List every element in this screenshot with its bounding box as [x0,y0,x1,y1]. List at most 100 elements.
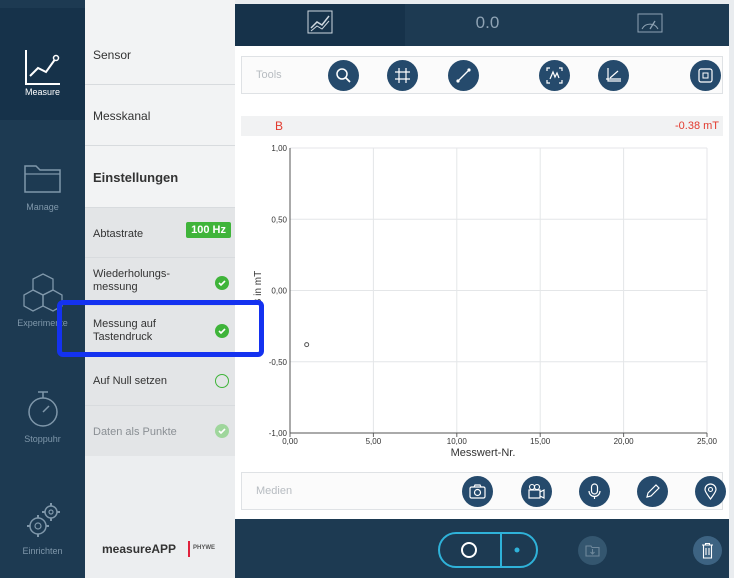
abtastrate-label: Abtastrate [93,228,144,240]
location-button[interactable] [695,476,726,507]
axes-icon [606,68,621,82]
video-button[interactable] [521,476,552,507]
nav-label-manage: Manage [26,202,59,212]
record-circle-icon [461,542,477,558]
zoom-button[interactable] [328,60,359,91]
channel-value-bar: B -0.38 mT [241,116,723,136]
x-tick-label: 25,00 [697,437,718,446]
grid-button[interactable] [387,60,418,91]
fullscreen-button[interactable] [690,60,721,91]
autoscale-icon [546,67,563,84]
zoom-icon [336,68,351,83]
setting-daten-als-punkte[interactable]: Daten als Punkte [85,406,235,456]
nullsetzen-label: Auf Null setzen [93,375,167,387]
nav-item-manage[interactable]: Manage [0,140,85,252]
x-axis-label: Messwert-Nr. [451,447,516,459]
nav-item-stoppuhr[interactable]: Stoppuhr [0,370,85,482]
record-dot-button[interactable] [502,532,538,568]
fullscreen-icon [698,68,713,83]
nav-item-measure[interactable]: Measure [0,8,85,120]
chart-axes [289,148,708,437]
nullsetzen-checkbox[interactable] [215,374,229,388]
messkanal-label: Messkanal [93,109,151,123]
channel-current-value: -0.38 mT [674,120,719,132]
delete-button[interactable] [693,536,722,565]
recording-bar [235,519,729,578]
record-dot-icon [514,547,520,553]
camera-icon [469,484,486,499]
x-tick-label: 20,00 [614,437,635,446]
export-folder-icon [585,545,600,557]
axes-button[interactable] [598,60,629,91]
panel-item-messkanal[interactable]: Messkanal [85,85,235,146]
abtastrate-value-badge[interactable]: 100 Hz [186,222,231,238]
y-tick-label: 0,50 [271,215,287,224]
y-tick-label: 1,00 [271,144,287,153]
microphone-icon [588,483,601,499]
microphone-button[interactable] [579,476,610,507]
record-circle-button[interactable] [438,532,500,568]
nav-label-einrichten: Einrichten [22,546,63,556]
check-icon [218,428,226,435]
punkte-checkbox[interactable] [215,424,229,438]
y-tick-label: -0,50 [269,358,288,367]
chart-points [304,342,310,348]
camera-button[interactable] [462,476,493,507]
export-button[interactable] [578,536,607,565]
trash-icon [702,542,713,559]
channel-name: B [275,119,284,133]
data-point [304,342,310,348]
media-toolbar: Medien [241,472,726,510]
settings-panel: Sensor Messkanal Einstellungen Abtastrat… [85,0,235,578]
media-label: Medien [256,485,293,497]
phywe-logo: PHYWE [193,545,216,551]
wiederholung-label-line1: Wiederholungs- [93,268,171,280]
gears-icon [27,503,60,537]
view-tab-bar: 0.0 [235,0,729,46]
panel-item-einstellungen[interactable]: Einstellungen [85,146,235,208]
y-tick-label: 0,00 [271,287,287,296]
measureapp-logo: measureAPP [102,542,177,556]
y-tick-label: -1,00 [269,429,288,438]
setting-auf-null-setzen[interactable]: Auf Null setzen [85,356,235,406]
logo-separator [188,541,190,557]
nav-label-stoppuhr: Stoppuhr [24,434,61,444]
highlight-annotation [57,300,264,357]
tools-toolbar: Tools [241,56,723,94]
panel-item-sensor[interactable]: Sensor [85,0,235,85]
check-icon [218,280,226,287]
x-tick-label: 5,00 [366,437,382,446]
graph-view-icon [307,10,333,34]
chart-grid [290,147,708,433]
sensor-label: Sensor [93,48,132,62]
autoscale-button[interactable] [539,60,570,91]
stopwatch-icon [28,391,58,427]
setting-wiederholungsmessung[interactable]: Wiederholungs- messung [85,258,235,306]
measurement-chart[interactable]: 0,00 5,00 10,00 15,00 20,00 25,00 -1,00 -0,50 0,… [235,138,729,468]
x-tick-label: 0,00 [282,437,298,446]
nav-item-einrichten[interactable]: Einrichten [0,478,85,578]
tools-label: Tools [256,69,282,81]
folder-icon [24,165,61,193]
line-tool-icon [456,68,471,83]
tab-digital-value[interactable]: 0.0 [405,0,570,46]
punkte-label: Daten als Punkte [93,426,177,438]
line-tool-button[interactable] [448,60,479,91]
pencil-button[interactable] [637,476,668,507]
right-frame [729,0,734,578]
measure-chart-icon [25,50,60,85]
wiederholung-label-line2: messung [93,281,138,293]
tab-gauge-view[interactable] [570,0,729,46]
top-frame [235,0,729,4]
tab-graph-view[interactable] [235,0,405,46]
pencil-icon [646,484,660,498]
video-camera-icon [528,483,545,499]
setting-abtastrate[interactable]: Abtastrate 100 Hz [85,208,235,258]
wiederholung-checkbox[interactable] [215,276,229,290]
x-tick-label: 10,00 [447,437,468,446]
nav-label-measure: Measure [24,87,60,97]
einstellungen-label: Einstellungen [93,170,179,185]
grid-icon [395,68,410,83]
chart-tick-labels: 0,00 5,00 10,00 15,00 20,00 25,00 -1,00 -0,50 0,… [269,144,718,446]
main-navigation: Measure Manage Experimente Stoppuhr Einr… [0,0,85,578]
